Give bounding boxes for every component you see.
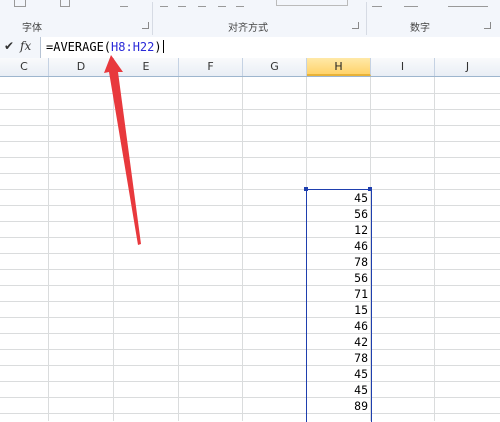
annotation-arrow-icon — [104, 55, 141, 245]
arrow-shape — [104, 55, 141, 245]
